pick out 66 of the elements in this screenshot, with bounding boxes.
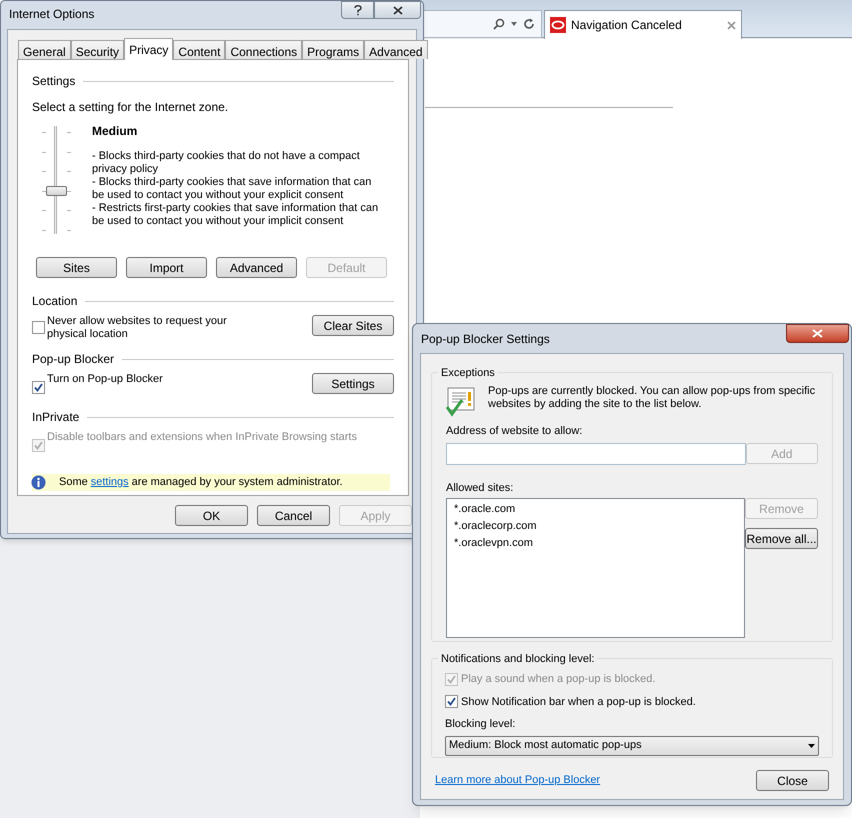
tab[interactable]: Content: [173, 40, 226, 59]
close-icon: [812, 329, 823, 338]
section-heading: Location: [32, 293, 78, 310]
blocking-level-dropdown[interactable]: Medium: Block most automatic pop-ups: [445, 736, 819, 756]
close-button[interactable]: [374, 1, 421, 19]
footer-button[interactable]: OK: [175, 505, 248, 526]
checkbox[interactable]: [32, 321, 45, 334]
field-label: Allowed sites:: [446, 480, 514, 496]
settings-link[interactable]: settings: [90, 474, 129, 491]
site-favicon-icon: [550, 17, 566, 33]
tab[interactable]: Programs: [302, 40, 364, 59]
tab[interactable]: Privacy: [124, 38, 174, 60]
settings-button[interactable]: Import: [126, 257, 207, 278]
section-heading: InPrivate: [32, 409, 80, 426]
info-icon: [31, 475, 46, 490]
notice-text: Some: [59, 475, 88, 490]
description-text: - Blocks third-party cookies that save information that can be used to contact you without your explicit consent: [92, 176, 372, 202]
section-button[interactable]: Settings: [312, 373, 394, 394]
slider-thumb[interactable]: [46, 186, 67, 196]
description-text: - Restricts first-party cookies that save information that can be used to contact you without your implicit consent: [92, 202, 380, 228]
site-list-item[interactable]: *.oraclecorp.com: [454, 518, 737, 535]
section-heading: Settings: [32, 73, 76, 90]
section-heading: Pop-up Blocker: [32, 351, 114, 368]
browser-tab[interactable]: Navigation Canceled: [544, 10, 742, 39]
site-list-item[interactable]: *.oracle.com: [454, 501, 737, 518]
privacy-level-title: Medium: [92, 123, 138, 140]
help-button[interactable]: [341, 1, 374, 19]
checkbox-label: Turn on Pop-up Blocker: [47, 373, 163, 386]
checkbox[interactable]: [32, 381, 45, 394]
dropdown-arrow-icon: [808, 744, 815, 748]
search-icon[interactable]: [493, 18, 505, 30]
group-heading: Notifications and blocking level:: [438, 651, 598, 668]
settings-button[interactable]: Sites: [36, 257, 117, 278]
window-title: Internet Options: [9, 6, 94, 23]
close-icon: [392, 6, 402, 14]
settings-button[interactable]: Advanced: [216, 257, 297, 278]
window-title: Pop-up Blocker Settings: [421, 330, 550, 348]
close-icon[interactable]: [727, 20, 736, 30]
help-icon: [354, 4, 362, 16]
site-list-item[interactable]: *.oraclevpn.com: [454, 535, 737, 552]
field-label: Address of website to allow:: [446, 424, 584, 439]
address-field[interactable]: [446, 442, 746, 464]
tab-title: Navigation Canceled: [571, 17, 683, 34]
checkbox-label: Show Notification bar when a pop-up is blocked.: [461, 694, 696, 710]
section-button[interactable]: Clear Sites: [312, 315, 394, 336]
notice-text: are managed by your system administrator.: [132, 475, 343, 490]
info-text: Pop-ups are currently blocked. You can allow pop-ups from specific websites by adding the site to the list below.: [488, 385, 816, 412]
footer-button[interactable]: Cancel: [257, 505, 330, 526]
learn-more-link[interactable]: Learn more about Pop-up Blocker: [435, 772, 600, 789]
tab[interactable]: Security: [70, 40, 124, 59]
dropdown-arrow-icon[interactable]: [511, 22, 517, 26]
tab[interactable]: Advanced: [364, 40, 428, 59]
close-button[interactable]: [786, 324, 849, 343]
prompt-text: Select a setting for the Internet zone.: [32, 99, 230, 116]
refresh-icon[interactable]: [523, 18, 535, 30]
checkbox-label: Disable toolbars and extensions when InPrivate Browsing starts: [47, 431, 357, 444]
tab[interactable]: Connections: [225, 40, 302, 59]
tab[interactable]: General: [18, 40, 71, 59]
checkbox-label: Never allow websites to request your physical location: [47, 315, 228, 341]
description-text: - Blocks third-party cookies that do not have a compact privacy policy: [92, 150, 361, 176]
field-label: Blocking level:: [445, 717, 516, 732]
remove-all-button[interactable]: Remove all...: [745, 528, 818, 549]
checkbox[interactable]: [445, 695, 458, 708]
group-heading: Exceptions: [438, 365, 498, 382]
close-button[interactable]: Close: [756, 770, 829, 791]
checkbox-label: Play a sound when a pop-up is blocked.: [461, 672, 656, 687]
